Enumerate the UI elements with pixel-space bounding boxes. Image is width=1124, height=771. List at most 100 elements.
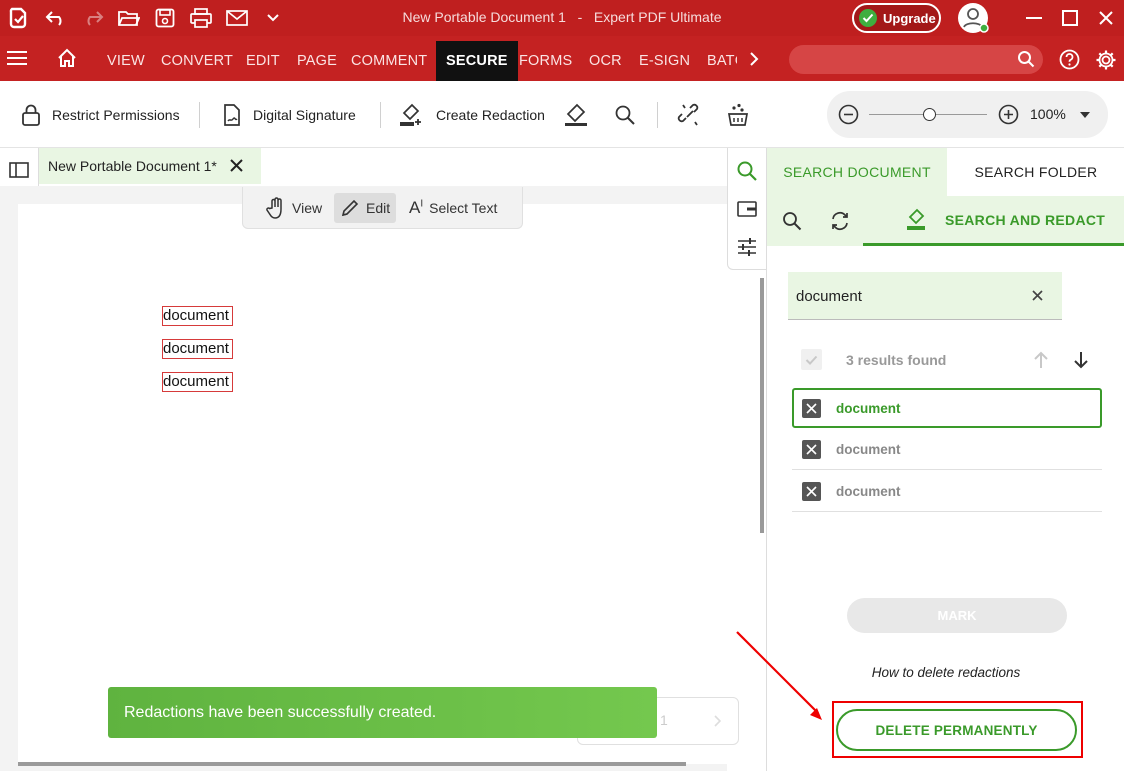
zoom-out-icon[interactable] bbox=[838, 104, 859, 125]
document-word-redaction[interactable]: document bbox=[162, 372, 233, 392]
remove-result-icon[interactable] bbox=[802, 398, 821, 418]
ribbon-search-input[interactable] bbox=[789, 45, 1043, 74]
search-replace-icon[interactable] bbox=[829, 210, 851, 232]
next-page-icon[interactable] bbox=[714, 715, 722, 727]
print-icon[interactable] bbox=[189, 6, 213, 30]
digital-signature-button[interactable]: Digital Signature bbox=[219, 101, 356, 129]
mark-button[interactable]: MARK bbox=[847, 598, 1067, 633]
help-icon[interactable] bbox=[1059, 49, 1080, 70]
broken-link-icon[interactable] bbox=[677, 103, 703, 127]
tab-search-folder[interactable]: SEARCH FOLDER bbox=[947, 148, 1124, 196]
document-word-redaction[interactable]: document bbox=[162, 339, 233, 359]
vertical-scrollbar[interactable] bbox=[760, 278, 764, 533]
zoom-level[interactable]: 100% bbox=[1030, 106, 1066, 122]
tab-search-document[interactable]: SEARCH DOCUMENT bbox=[767, 148, 947, 196]
tab-batch[interactable]: BATC bbox=[707, 41, 737, 81]
delete-permanently-button[interactable]: DELETE PERMANENTLY bbox=[836, 709, 1077, 751]
search-input[interactable] bbox=[796, 284, 1016, 308]
horizontal-scrollbar[interactable] bbox=[18, 762, 686, 766]
tab-secure[interactable]: SECURE bbox=[436, 41, 518, 81]
toolbar-divider bbox=[199, 102, 200, 128]
toolbar-divider bbox=[380, 102, 381, 128]
text-cursor-icon: AI bbox=[409, 198, 424, 217]
tab-search-and-redact[interactable]: SEARCH AND REDACT bbox=[863, 196, 1124, 246]
search-field bbox=[788, 272, 1062, 320]
redo-icon[interactable] bbox=[81, 6, 105, 30]
search-panel-icon[interactable] bbox=[736, 160, 758, 182]
user-avatar-icon[interactable] bbox=[957, 2, 989, 34]
chevron-right-icon[interactable] bbox=[749, 52, 759, 66]
zoom-dropdown-icon[interactable] bbox=[1080, 112, 1090, 118]
tab-page[interactable]: PAGE bbox=[297, 41, 337, 81]
maximize-icon[interactable] bbox=[1058, 6, 1082, 30]
tab-convert[interactable]: CONVERT bbox=[161, 41, 233, 81]
redaction-marker-icon bbox=[905, 208, 927, 232]
remove-result-icon[interactable] bbox=[802, 482, 821, 501]
panel-toggle-icon[interactable] bbox=[9, 162, 29, 178]
upgrade-button[interactable]: Upgrade bbox=[852, 3, 941, 33]
sanitize-document-icon[interactable] bbox=[725, 102, 751, 128]
search-icon bbox=[1017, 50, 1035, 68]
document-tab-bar: New Portable Document 1* bbox=[39, 148, 727, 186]
edit-mode-bar: View Edit AI Select Text bbox=[242, 187, 523, 229]
properties-sliders-icon[interactable] bbox=[737, 237, 757, 257]
tab-ocr[interactable]: OCR bbox=[589, 41, 622, 81]
current-page-number[interactable]: 1 bbox=[660, 712, 668, 728]
document-canvas: document document document bbox=[0, 186, 754, 771]
clear-search-icon[interactable] bbox=[1032, 290, 1043, 301]
result-item[interactable]: document bbox=[792, 472, 1102, 512]
zoom-in-icon[interactable] bbox=[998, 104, 1019, 125]
results-count: 3 results found bbox=[846, 352, 947, 368]
redact-highlighter-icon[interactable] bbox=[563, 102, 589, 128]
settings-gear-icon[interactable] bbox=[1095, 49, 1117, 71]
search-redact-icon[interactable] bbox=[614, 104, 636, 126]
right-tool-rail bbox=[727, 148, 766, 270]
minimize-icon[interactable] bbox=[1022, 6, 1046, 30]
remove-result-icon[interactable] bbox=[802, 440, 821, 459]
search-mode-icon[interactable] bbox=[782, 211, 802, 231]
tab-comment[interactable]: COMMENT bbox=[351, 41, 427, 81]
result-item[interactable]: document bbox=[792, 388, 1102, 428]
tab-edit[interactable]: EDIT bbox=[246, 41, 280, 81]
edit-mode-button[interactable]: Edit bbox=[334, 193, 397, 223]
create-redaction-button[interactable]: Create Redaction bbox=[398, 101, 545, 129]
signature-document-icon bbox=[219, 102, 245, 128]
window-panel-icon[interactable] bbox=[737, 201, 757, 217]
restrict-permissions-button[interactable]: Restrict Permissions bbox=[18, 101, 180, 129]
hamburger-menu-icon[interactable] bbox=[7, 50, 27, 66]
success-toast: Redactions have been successfully create… bbox=[108, 687, 657, 738]
open-folder-icon[interactable] bbox=[117, 6, 141, 30]
undo-icon[interactable] bbox=[44, 6, 68, 30]
next-result-arrow-icon[interactable] bbox=[1073, 351, 1089, 369]
ribbon-tabs: VIEW CONVERT EDIT PAGE COMMENT SECURE FO… bbox=[0, 36, 1124, 81]
home-icon[interactable] bbox=[57, 48, 77, 68]
search-mode-tabs: SEARCH AND REDACT bbox=[767, 196, 1124, 246]
document-word-redaction[interactable]: document bbox=[162, 306, 233, 326]
app-logo-icon[interactable] bbox=[6, 6, 30, 30]
annotation-arrow bbox=[736, 631, 822, 720]
save-icon[interactable] bbox=[153, 6, 177, 30]
document-tab[interactable]: New Portable Document 1* bbox=[39, 148, 261, 184]
lock-icon bbox=[18, 102, 44, 128]
tab-forms[interactable]: FORMS bbox=[519, 41, 572, 81]
close-tab-icon[interactable] bbox=[229, 158, 244, 173]
secure-toolbar: Restrict Permissions Digital Signature C… bbox=[0, 81, 1124, 148]
select-text-mode-button[interactable]: AI Select Text bbox=[403, 193, 503, 223]
tab-view[interactable]: VIEW bbox=[107, 41, 145, 81]
chevron-down-icon[interactable] bbox=[261, 6, 285, 30]
view-mode-button[interactable]: View bbox=[260, 193, 328, 223]
result-item[interactable]: document bbox=[792, 430, 1102, 470]
toolbar-divider bbox=[657, 102, 658, 128]
select-all-checkbox[interactable] bbox=[801, 349, 822, 370]
document-page[interactable]: document document document bbox=[18, 204, 754, 764]
redaction-marker-icon bbox=[398, 102, 424, 128]
hand-icon bbox=[266, 197, 286, 219]
pencil-icon bbox=[340, 198, 360, 218]
title-bar: New Portable Document 1 - Expert PDF Ult… bbox=[0, 0, 1124, 36]
zoom-slider-handle[interactable] bbox=[923, 108, 936, 121]
previous-result-arrow-icon[interactable] bbox=[1033, 351, 1049, 369]
tab-e-sign[interactable]: E-SIGN bbox=[639, 41, 690, 81]
zoom-control: 100% bbox=[827, 91, 1108, 138]
close-window-icon[interactable] bbox=[1094, 6, 1118, 30]
mail-icon[interactable] bbox=[225, 6, 249, 30]
